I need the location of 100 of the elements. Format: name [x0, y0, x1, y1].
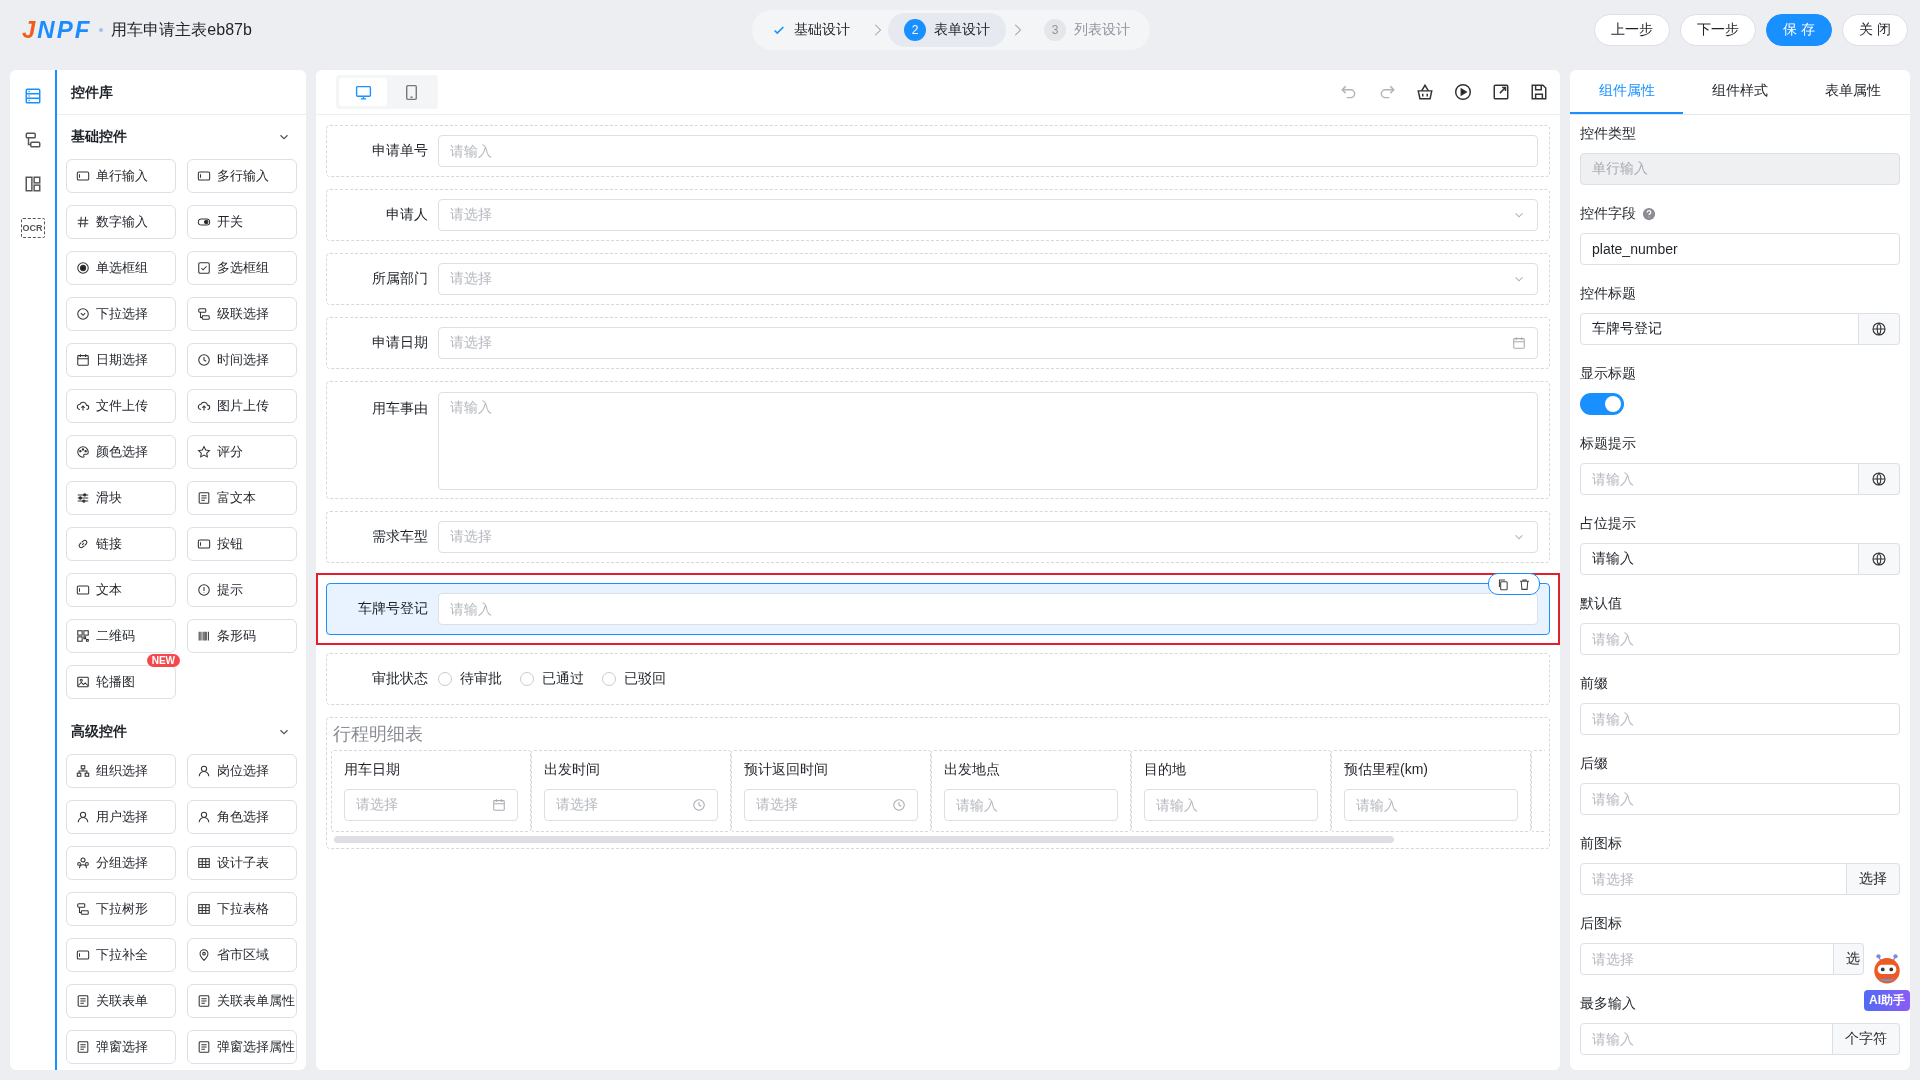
basket-icon[interactable]	[1416, 83, 1434, 101]
addon-button[interactable]: 选择	[1847, 863, 1900, 895]
component-item[interactable]: 设计子表	[187, 846, 297, 880]
assistant-label[interactable]: AI助手	[1864, 990, 1910, 1011]
form-row[interactable]: 审批状态 待审批 已通过 已驳回	[326, 653, 1550, 705]
component-item[interactable]: 单行输入	[66, 159, 176, 193]
component-item[interactable]: 日期选择	[66, 343, 176, 377]
text-input[interactable]: 请输入	[1580, 623, 1900, 655]
component-item[interactable]: 二维码	[66, 619, 176, 653]
component-item[interactable]: 下拉表格	[187, 892, 297, 926]
component-item[interactable]: 按钮	[187, 527, 297, 561]
component-item[interactable]: 颜色选择	[66, 435, 176, 469]
component-item[interactable]: 文本	[66, 573, 176, 607]
component-item[interactable]: 多行输入	[187, 159, 297, 193]
panel-tab[interactable]: 组件样式	[1683, 70, 1797, 114]
component-item[interactable]: 分组选择	[66, 846, 176, 880]
component-item[interactable]: 组织选择	[66, 754, 176, 788]
form-row[interactable]: 申请日期 请选择	[326, 317, 1550, 369]
text-input[interactable]: 请输入	[1580, 543, 1859, 575]
component-item[interactable]: 弹窗选择	[66, 1030, 176, 1064]
text-input[interactable]: 车牌号登记	[1580, 313, 1859, 345]
text-input[interactable]: 请选择	[1580, 943, 1834, 975]
form-row[interactable]: 用车事由 请输入	[326, 381, 1550, 499]
tree-icon	[197, 307, 211, 321]
form-row[interactable]: 需求车型 请选择	[326, 511, 1550, 563]
component-item[interactable]: 链接	[66, 527, 176, 561]
form-row[interactable]: 申请单号 请输入	[326, 125, 1550, 177]
text-input[interactable]: 请输入	[1580, 463, 1859, 495]
component-item[interactable]: 数字输入	[66, 205, 176, 239]
component-item[interactable]: 多选框组	[187, 251, 297, 285]
component-item[interactable]: 开关	[187, 205, 297, 239]
text-input[interactable]: 请输入	[1580, 783, 1900, 815]
component-item[interactable]: 级联选择	[187, 297, 297, 331]
document-icon	[197, 1040, 211, 1054]
radio-option[interactable]: 待审批	[438, 670, 502, 688]
copy-icon[interactable]	[1497, 577, 1510, 591]
addon-button[interactable]: 个字符	[1833, 1023, 1900, 1055]
step-tab[interactable]: 基础设计	[756, 13, 866, 47]
globe-icon	[1871, 321, 1887, 337]
text-input[interactable]: 请输入	[1144, 789, 1318, 821]
group-header[interactable]: 高级控件	[66, 710, 297, 754]
component-item[interactable]: 弹窗选择属性	[187, 1030, 297, 1064]
component-item[interactable]: 滑块	[66, 481, 176, 515]
text-input[interactable]: 请输入	[1580, 703, 1900, 735]
form-row[interactable]: 所属部门 请选择	[326, 253, 1550, 305]
group-header[interactable]: 基础控件	[66, 115, 297, 159]
form-row[interactable]: 车牌号登记 请输入	[326, 583, 1550, 635]
component-item[interactable]: 文件上传	[66, 389, 176, 423]
component-item[interactable]: 评分	[187, 435, 297, 469]
toggle-switch[interactable]	[1580, 393, 1624, 415]
header-button[interactable]: 上一步	[1594, 14, 1671, 46]
chevron-circle-icon	[76, 307, 90, 321]
text-input[interactable]: 请输入	[944, 789, 1118, 821]
component-item[interactable]: 下拉选择	[66, 297, 176, 331]
field-label: 审批状态	[371, 670, 428, 688]
component-item[interactable]: 岗位选择	[187, 754, 297, 788]
panel-tab[interactable]: 表单属性	[1796, 70, 1910, 114]
cloud-upload-icon	[197, 399, 211, 413]
monitor-view-button[interactable]	[339, 78, 387, 106]
language-button[interactable]	[1859, 313, 1900, 345]
play-icon[interactable]	[1454, 83, 1472, 101]
save-icon[interactable]	[1530, 83, 1548, 101]
form-row[interactable]: 申请人 请选择	[326, 189, 1550, 241]
subtable-block[interactable]: 行程明细表 用车日期 请选择 出发时间 请选择 预计返回时间 请选择 出发地点 请输入 目的地 请输入 预估里程(km) 请输入	[326, 717, 1550, 849]
component-item[interactable]: 关联表单	[66, 984, 176, 1018]
component-item[interactable]: 下拉补全	[66, 938, 176, 972]
trash-icon[interactable]	[1518, 577, 1531, 591]
step-tab[interactable]: 2 表单设计	[888, 13, 1006, 47]
language-button[interactable]	[1859, 463, 1900, 495]
text-input[interactable]: 请输入	[438, 593, 1538, 625]
sidebar-tab[interactable]: OCR	[14, 210, 51, 246]
text-input[interactable]: plate_number	[1580, 233, 1900, 265]
header-button[interactable]: 关 闭	[1842, 14, 1908, 46]
text-input[interactable]: 请输入	[438, 135, 1538, 167]
component-item[interactable]: 条形码	[187, 619, 297, 653]
language-button[interactable]	[1859, 543, 1900, 575]
component-item[interactable]: 角色选择	[187, 800, 297, 834]
property-label: 前图标	[1580, 835, 1622, 853]
addon-button[interactable]: 选	[1834, 943, 1864, 975]
component-item[interactable]: 省市区域	[187, 938, 297, 972]
textarea-field[interactable]: 请输入	[438, 392, 1538, 490]
component-item[interactable]: 图片上传	[187, 389, 297, 423]
text-input[interactable]: 请输入	[1580, 1023, 1833, 1055]
text-input[interactable]: 请选择	[1580, 863, 1847, 895]
component-item[interactable]: 提示	[187, 573, 297, 607]
component-item[interactable]: 下拉树形	[66, 892, 176, 926]
header-button[interactable]: 下一步	[1680, 14, 1757, 46]
clock-icon	[892, 798, 906, 812]
radio-option[interactable]: 已驳回	[602, 670, 666, 688]
component-item[interactable]: 时间选择	[187, 343, 297, 377]
help-icon[interactable]	[1642, 207, 1656, 221]
component-item[interactable]: 单选框组	[66, 251, 176, 285]
text-input[interactable]: 请输入	[1344, 789, 1518, 821]
radio-option[interactable]: 已通过	[520, 670, 584, 688]
org-icon	[76, 764, 90, 778]
component-item[interactable]: 用户选择	[66, 800, 176, 834]
component-item[interactable]: 关联表单属性	[187, 984, 297, 1018]
component-item[interactable]: 富文本	[187, 481, 297, 515]
export-icon[interactable]	[1492, 83, 1510, 101]
scrollbar-thumb[interactable]	[334, 836, 1394, 843]
